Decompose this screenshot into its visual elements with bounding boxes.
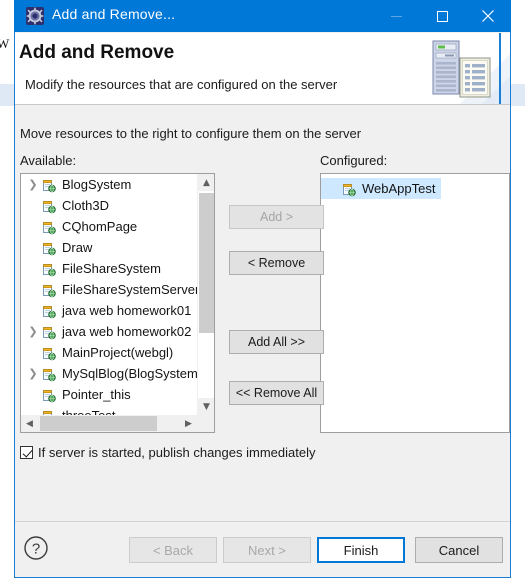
minimize-button[interactable]: [373, 0, 419, 32]
list-item[interactable]: ❯FileShareSystemServer: [21, 279, 197, 300]
web-project-icon: [43, 179, 56, 192]
available-list[interactable]: ❯BlogSystem❯Cloth3D❯CQhomPage❯Draw❯FileS…: [20, 173, 215, 433]
list-item-label: Pointer_this: [62, 387, 131, 402]
window-title: Add and Remove...: [52, 6, 176, 22]
help-icon: ?: [24, 536, 48, 560]
chevron-right-icon[interactable]: ❯: [25, 368, 41, 379]
list-item-label: Draw: [62, 240, 93, 255]
web-project-icon: [43, 410, 52, 415]
configured-list[interactable]: WebAppTest: [320, 173, 510, 433]
list-item-label: FileShareSystemServer: [62, 282, 197, 297]
list-item[interactable]: ❯Cloth3D: [21, 195, 197, 216]
list-item-label: java web homework01: [62, 303, 192, 318]
publish-immediately-checkbox[interactable]: [20, 446, 33, 459]
list-item[interactable]: ❯java web homework01: [21, 300, 197, 321]
dialog-footer: ? < Back Next > Finish Cancel: [15, 521, 510, 577]
help-button[interactable]: ?: [23, 535, 49, 561]
page-subtitle: Modify the resources that are configured…: [25, 77, 338, 92]
list-item-label: java web homework02: [62, 324, 192, 339]
list-item[interactable]: ❯Draw: [21, 237, 197, 258]
dialog-body: Move resources to the right to configure…: [15, 105, 510, 520]
list-item-label: MainProject(webgl): [62, 345, 174, 360]
scroll-right-icon[interactable]: ▶: [180, 415, 197, 432]
publish-immediately-label: If server is started, publish changes im…: [38, 445, 316, 460]
chevron-right-icon[interactable]: ❯: [25, 326, 41, 337]
list-item[interactable]: ❯FileShareSystem: [21, 258, 197, 279]
scroll-down-icon[interactable]: ▼: [198, 398, 214, 415]
scrollbar-corner: [197, 415, 214, 432]
cancel-button[interactable]: Cancel: [415, 537, 503, 563]
horizontal-scroll-thumb[interactable]: [40, 416, 157, 431]
web-project-icon: [43, 389, 56, 402]
page-title: Add and Remove: [19, 42, 175, 63]
title-bar: Add and Remove...: [14, 0, 511, 32]
maximize-button[interactable]: [419, 0, 465, 32]
background-text-artifact: W: [0, 36, 10, 51]
list-item-label: MySqlBlog(BlogSystem): [62, 366, 197, 381]
background-band-left: [0, 84, 14, 106]
close-icon: [482, 10, 494, 22]
server-and-document-icon: [420, 33, 510, 104]
available-vertical-scrollbar[interactable]: ▲ ▼: [197, 174, 214, 415]
web-project-icon: [43, 221, 56, 234]
next-button[interactable]: Next >: [223, 537, 311, 563]
add-button[interactable]: Add >: [229, 205, 324, 229]
close-button[interactable]: [465, 0, 511, 32]
web-project-icon: [343, 183, 356, 196]
list-item[interactable]: ❯ java web homework02: [21, 321, 197, 342]
instruction-text: Move resources to the right to configure…: [20, 126, 362, 141]
list-item[interactable]: WebAppTest: [321, 178, 442, 199]
maximize-icon: [436, 10, 448, 22]
scroll-up-icon[interactable]: ▲: [198, 174, 214, 191]
list-item[interactable]: ❯ MySqlBlog(BlogSystem): [21, 363, 197, 384]
list-item-label: CQhomPage: [62, 219, 138, 234]
gear-icon: [26, 7, 44, 25]
back-button[interactable]: < Back: [129, 537, 217, 563]
scroll-left-icon[interactable]: ◀: [21, 415, 38, 432]
list-item[interactable]: ❯CQhomPage: [21, 216, 197, 237]
list-item[interactable]: ❯Pointer_this: [21, 384, 197, 405]
list-item-label: FileShareSystem: [62, 261, 161, 276]
dialog-header: Add and Remove Modify the resources that…: [15, 33, 510, 105]
add-and-remove-dialog: W Add and Remove... Add and Remove Modif…: [0, 0, 525, 586]
web-project-icon: [43, 284, 56, 297]
web-project-icon: [43, 347, 56, 360]
list-item[interactable]: ❯threeTest: [21, 405, 197, 415]
list-item-label: BlogSystem: [62, 177, 132, 192]
web-project-icon: [43, 326, 56, 339]
remove-all-button[interactable]: << Remove All: [229, 381, 324, 405]
list-item[interactable]: ❯ BlogSystem: [21, 174, 197, 195]
publish-immediately-row[interactable]: If server is started, publish changes im…: [20, 445, 315, 460]
finish-button[interactable]: Finish: [317, 537, 405, 563]
minimize-icon: [390, 15, 402, 17]
web-project-icon: [43, 242, 56, 255]
svg-text:?: ?: [32, 541, 40, 558]
add-all-button[interactable]: Add All >>: [229, 330, 324, 354]
web-project-icon: [43, 305, 56, 318]
web-project-icon: [43, 200, 56, 213]
vertical-scroll-thumb[interactable]: [199, 193, 214, 333]
available-horizontal-scrollbar[interactable]: ◀ ▶: [21, 415, 197, 432]
list-item-label: Cloth3D: [62, 198, 109, 213]
available-list-items[interactable]: ❯BlogSystem❯Cloth3D❯CQhomPage❯Draw❯FileS…: [21, 174, 197, 415]
configured-list-items[interactable]: WebAppTest: [321, 174, 509, 432]
web-project-icon: [43, 368, 56, 381]
chevron-right-icon[interactable]: ❯: [25, 179, 41, 190]
web-project-icon: [43, 263, 56, 276]
configured-label: Configured:: [320, 153, 388, 168]
available-label: Available:: [20, 153, 77, 168]
list-item[interactable]: ❯MainProject(webgl): [21, 342, 197, 363]
remove-button[interactable]: < Remove: [229, 251, 324, 275]
list-item-label: WebAppTest: [362, 181, 436, 196]
